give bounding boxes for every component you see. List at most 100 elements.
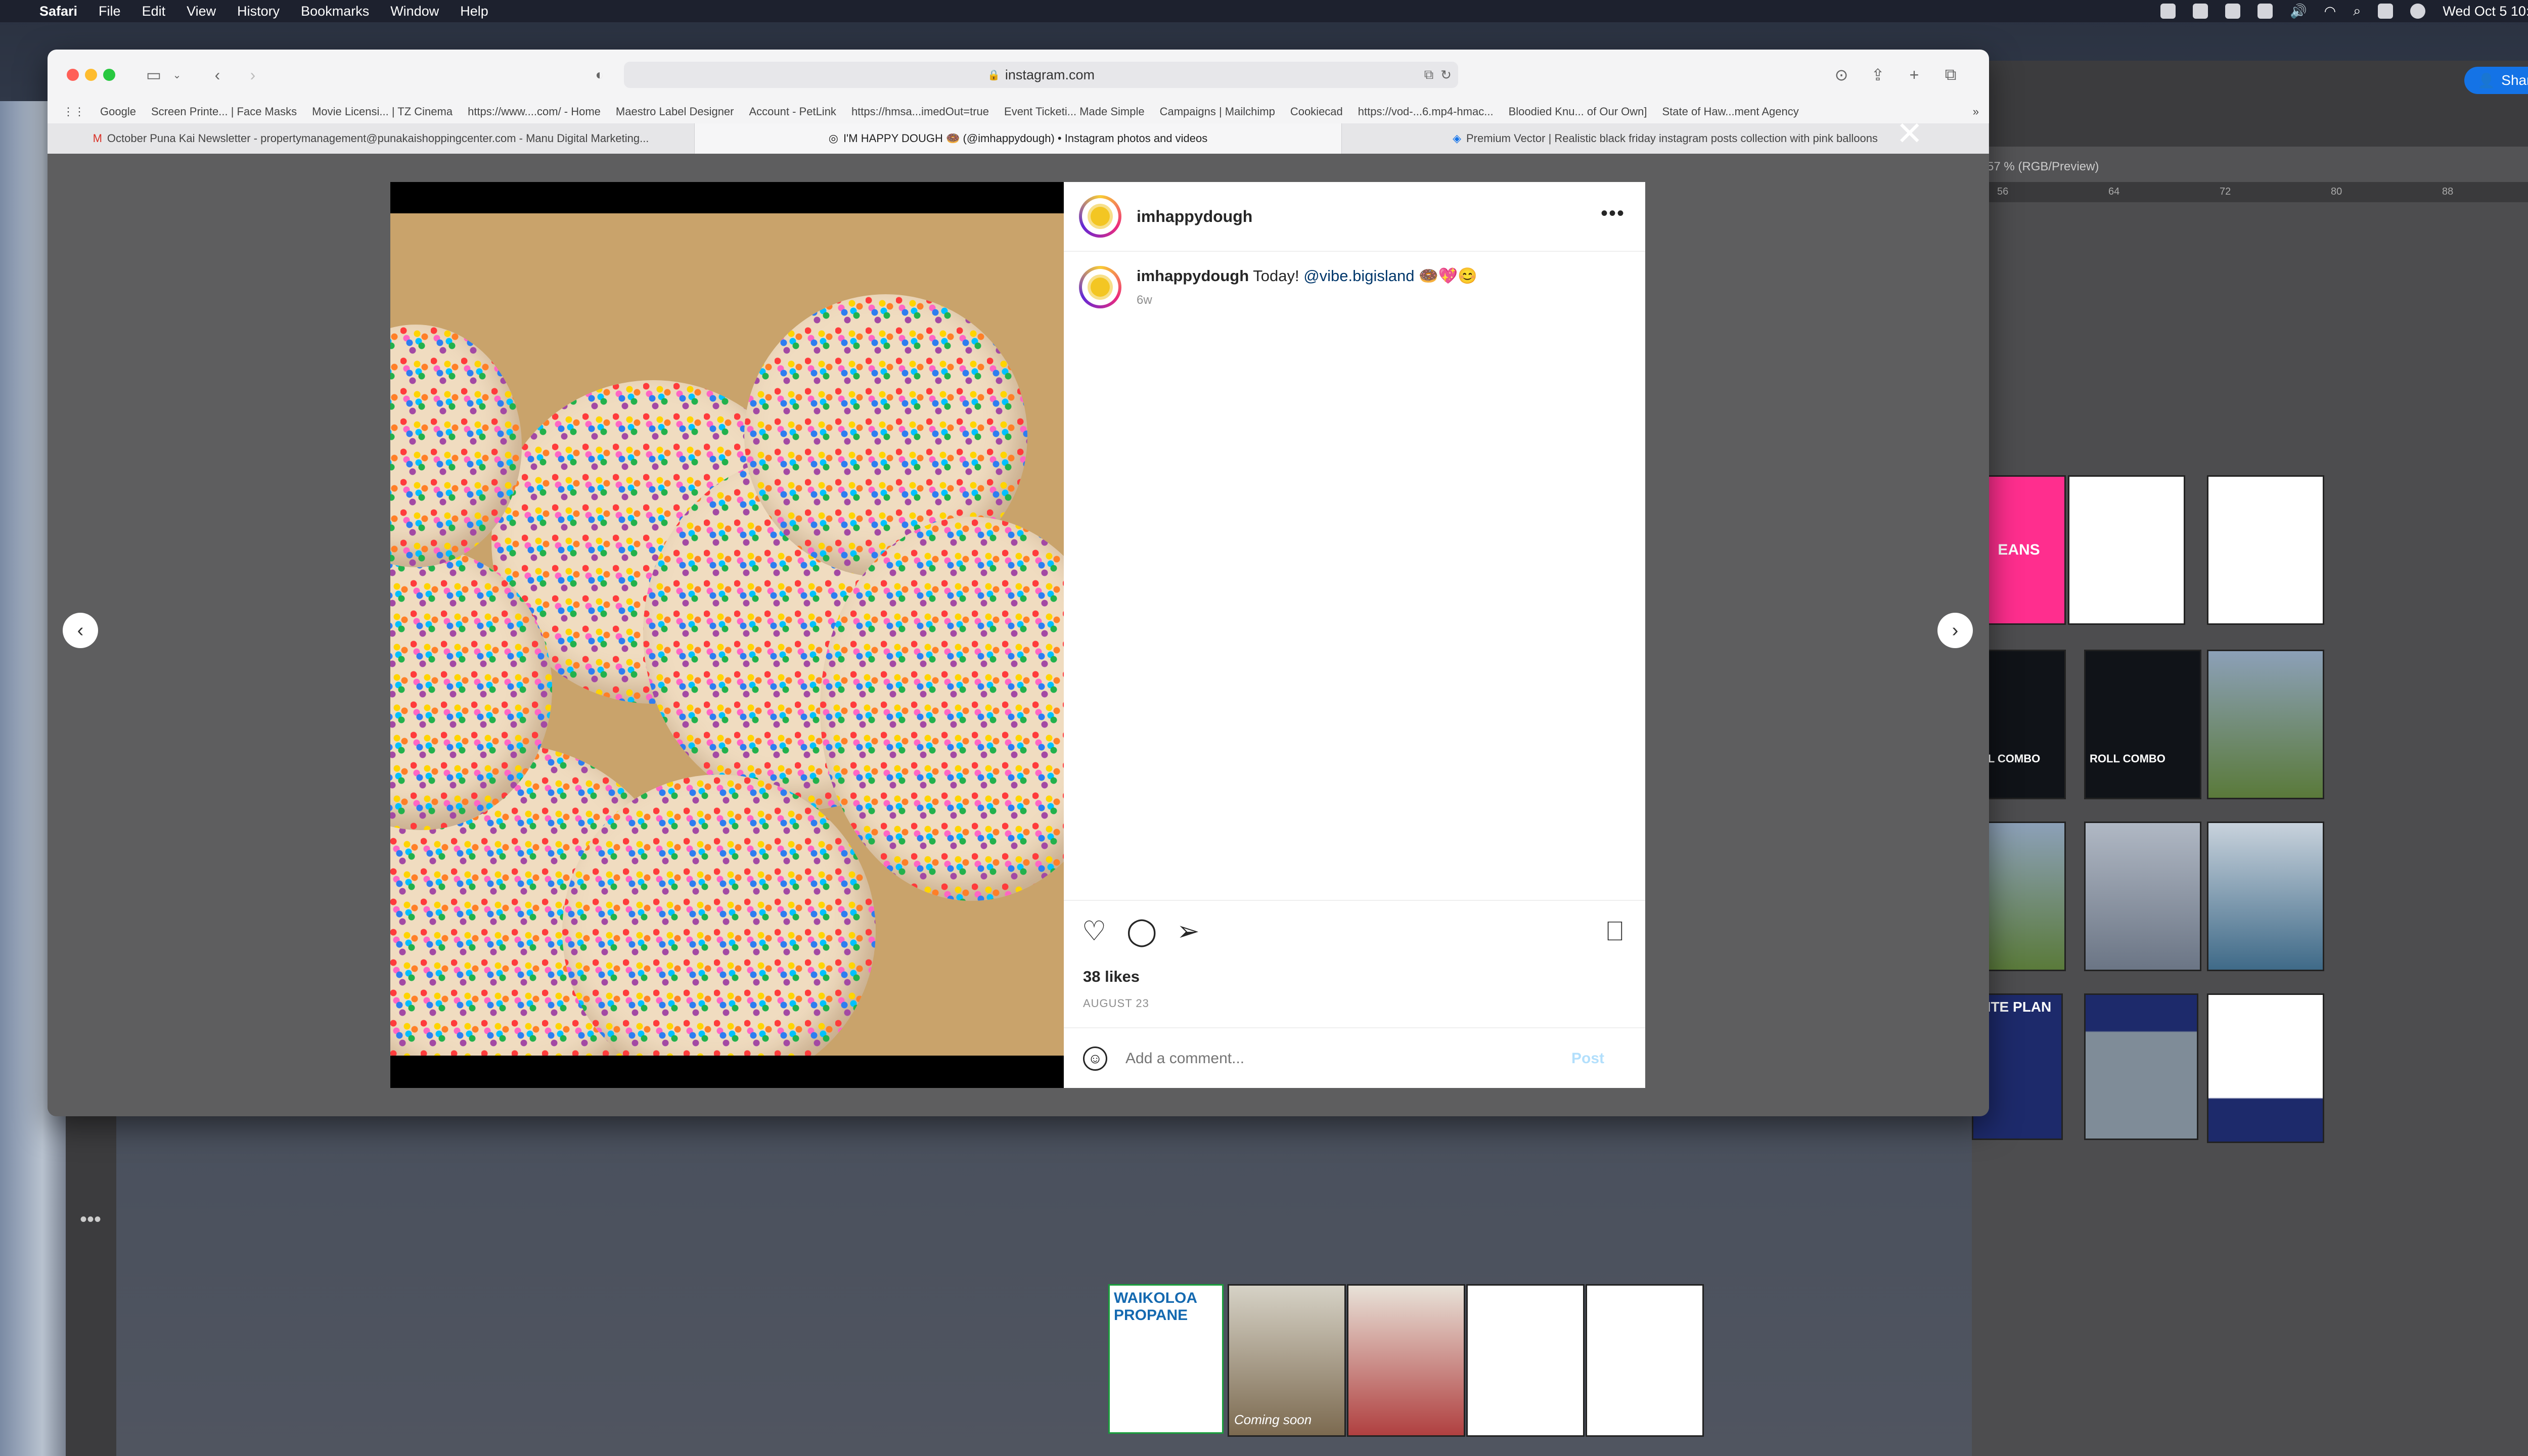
artboard-thumb[interactable]	[2207, 475, 2324, 625]
favorite-link[interactable]: https://hmsa...imedOut=true	[851, 105, 989, 118]
share-button[interactable]: 👤 Share	[2464, 67, 2528, 94]
tab-overview-icon[interactable]: ⧉	[1940, 65, 1961, 85]
favorite-link[interactable]: Bloodied Knu... of Our Own]	[1509, 105, 1647, 118]
more-favorites-icon[interactable]: »	[1973, 105, 1979, 118]
privacy-shield-icon[interactable]: ◐	[590, 65, 610, 85]
menu-help[interactable]: Help	[460, 4, 488, 19]
close-window-button[interactable]	[67, 69, 79, 81]
back-button[interactable]: ‹	[207, 65, 228, 85]
artboard-thumb[interactable]: ROLL COMBO	[2084, 650, 2201, 799]
safari-toolbar: ▭ ⌄ ‹ › ◐ 🔒 instagram.com ⧉ ↻ ⊙ ⇪ + ⧉	[48, 50, 1989, 100]
wifi-icon[interactable]: ◠	[2324, 4, 2336, 19]
close-modal-button[interactable]: ✕	[1896, 117, 1923, 150]
instagram-post-modal: imhappydough ••• imhappydough Today! @vi…	[390, 182, 1645, 1088]
like-heart-icon[interactable]: ♡	[1079, 916, 1109, 946]
more-tools-icon[interactable]: •••	[80, 1208, 101, 1231]
caption-avatar[interactable]	[1079, 266, 1121, 308]
post-comment-button[interactable]: Post	[1571, 1050, 1604, 1067]
menu-clock[interactable]: Wed Oct 5 10:25 AM	[2443, 4, 2528, 19]
save-bookmark-icon[interactable]: ⎕	[1600, 916, 1630, 946]
post-caption: imhappydough Today! @vibe.bigisland 🍩💖😊 …	[1079, 266, 1635, 310]
post-username[interactable]: imhappydough	[1137, 207, 1252, 226]
downloads-icon[interactable]: ⊙	[1831, 65, 1852, 85]
favorite-link[interactable]: Account - PetLink	[749, 105, 836, 118]
artboard-thumb[interactable]	[1347, 1284, 1465, 1437]
tab-gmail[interactable]: M October Puna Kai Newsletter - property…	[48, 123, 695, 154]
share-icon[interactable]: ⇪	[1868, 65, 1888, 85]
comment-icon[interactable]: ◯	[1126, 916, 1157, 946]
menu-view[interactable]: View	[187, 4, 216, 19]
artboard-thumb[interactable]	[2084, 822, 2201, 971]
artboard-thumb[interactable]	[2207, 822, 2324, 971]
menu-edit[interactable]: Edit	[142, 4, 166, 19]
favorite-link[interactable]: Maestro Label Designer	[616, 105, 734, 118]
caption-username[interactable]: imhappydough	[1137, 267, 1249, 285]
artboard-thumb[interactable]	[2068, 475, 2185, 625]
next-post-button[interactable]: ›	[1937, 613, 1973, 648]
menu-window[interactable]: Window	[390, 4, 439, 19]
avatar[interactable]	[1079, 195, 1121, 238]
artboard-thumb[interactable]	[2207, 650, 2324, 799]
minimize-window-button[interactable]	[85, 69, 97, 81]
document-zoom-label: 57 % (RGB/Preview)	[1987, 160, 2099, 173]
artboard-thumb[interactable]: Coming soon	[1228, 1284, 1346, 1437]
address-bar[interactable]: 🔒 instagram.com	[624, 62, 1458, 88]
tab-bar: M October Puna Kai Newsletter - property…	[48, 123, 1989, 154]
post-age[interactable]: 6w	[1137, 290, 1477, 310]
sidebar-toggle-icon[interactable]: ▭	[144, 65, 164, 85]
artboard-thumb[interactable]	[2084, 993, 2198, 1140]
artboard-canvas: EANS WL COMBO ROLL COMBO SITE PLAN	[1972, 202, 2528, 1456]
sun-logo-icon	[1091, 207, 1110, 226]
grammarly-icon[interactable]	[2225, 4, 2241, 19]
favorite-link[interactable]: Cookiecad	[1290, 105, 1343, 118]
dropbox-icon[interactable]	[2193, 4, 2208, 19]
caption-mention-link[interactable]: @vibe.bigisland	[1303, 267, 1414, 285]
favorite-link[interactable]: Screen Printe... | Face Masks	[151, 105, 297, 118]
reload-icon[interactable]: ↻	[1436, 65, 1456, 85]
artboard-thumb[interactable]	[2207, 993, 2324, 1143]
forward-button[interactable]: ›	[243, 65, 263, 85]
favorite-link[interactable]: State of Haw...ment Agency	[1662, 105, 1799, 118]
emoji-picker-icon[interactable]: ☺	[1083, 1046, 1107, 1071]
share-paper-plane-icon[interactable]: ➢	[1173, 916, 1203, 946]
artboard-thumb[interactable]	[1586, 1284, 1704, 1437]
comment-bar: ☺ Post	[1064, 1027, 1645, 1089]
menu-file[interactable]: File	[99, 4, 121, 19]
control-center-icon[interactable]	[2378, 4, 2394, 19]
menu-app-name[interactable]: Safari	[39, 4, 77, 19]
post-date: AUGUST 23	[1083, 997, 1149, 1010]
instagram-icon: ◎	[828, 132, 838, 145]
siri-icon[interactable]	[2410, 4, 2426, 19]
menu-bookmarks[interactable]: Bookmarks	[301, 4, 369, 19]
more-options-icon[interactable]: •••	[1601, 202, 1625, 225]
comment-input[interactable]	[1124, 1050, 1571, 1068]
spotlight-icon[interactable]: ⌕	[2353, 3, 2361, 19]
favorite-link[interactable]: https://vod-...6.mp4-hmac...	[1358, 105, 1494, 118]
volume-icon[interactable]: 🔊	[2290, 3, 2307, 19]
info-icon[interactable]	[2258, 4, 2273, 19]
lock-icon: 🔒	[987, 69, 1000, 81]
favorite-link[interactable]: Campaigns | Mailchimp	[1160, 105, 1275, 118]
tab-freepik[interactable]: ◈ Premium Vector | Realistic black frida…	[1342, 123, 1989, 154]
status-app-icon[interactable]	[2160, 4, 2176, 19]
new-tab-icon[interactable]: +	[1904, 65, 1924, 85]
previous-post-button[interactable]: ‹	[63, 613, 98, 648]
apps-grid-icon[interactable]: ⋮⋮	[63, 105, 85, 118]
horizontal-ruler: 56 64 72 80 88 96	[1972, 182, 2528, 202]
favorite-link[interactable]: Google	[100, 105, 136, 118]
favorites-bar: ⋮⋮ Google Screen Printe... | Face Masks …	[48, 100, 1989, 124]
favorite-link[interactable]: Event Ticketi... Made Simple	[1004, 105, 1145, 118]
artboard-thumb[interactable]: WAIKOLOA PROPANE	[1108, 1284, 1224, 1434]
menu-history[interactable]: History	[237, 4, 280, 19]
artboard-thumb[interactable]	[1466, 1284, 1585, 1437]
favorite-link[interactable]: https://www....com/ - Home	[468, 105, 601, 118]
chevron-down-icon[interactable]: ⌄	[167, 65, 187, 85]
menu-bar-status-area: 🔊 ◠ ⌕ Wed Oct 5 10:25 AM	[2160, 0, 2528, 22]
post-photo[interactable]	[390, 213, 1064, 1056]
sun-logo-icon	[1091, 278, 1110, 297]
post-side-panel: imhappydough ••• imhappydough Today! @vi…	[1064, 182, 1645, 1088]
favorite-link[interactable]: Movie Licensi... | TZ Cinema	[312, 105, 453, 118]
zoom-window-button[interactable]	[103, 69, 115, 81]
tab-instagram[interactable]: ◎ I'M HAPPY DOUGH 🍩 (@imhappydough) • In…	[695, 123, 1342, 154]
likes-count[interactable]: 38 likes	[1083, 968, 1140, 986]
